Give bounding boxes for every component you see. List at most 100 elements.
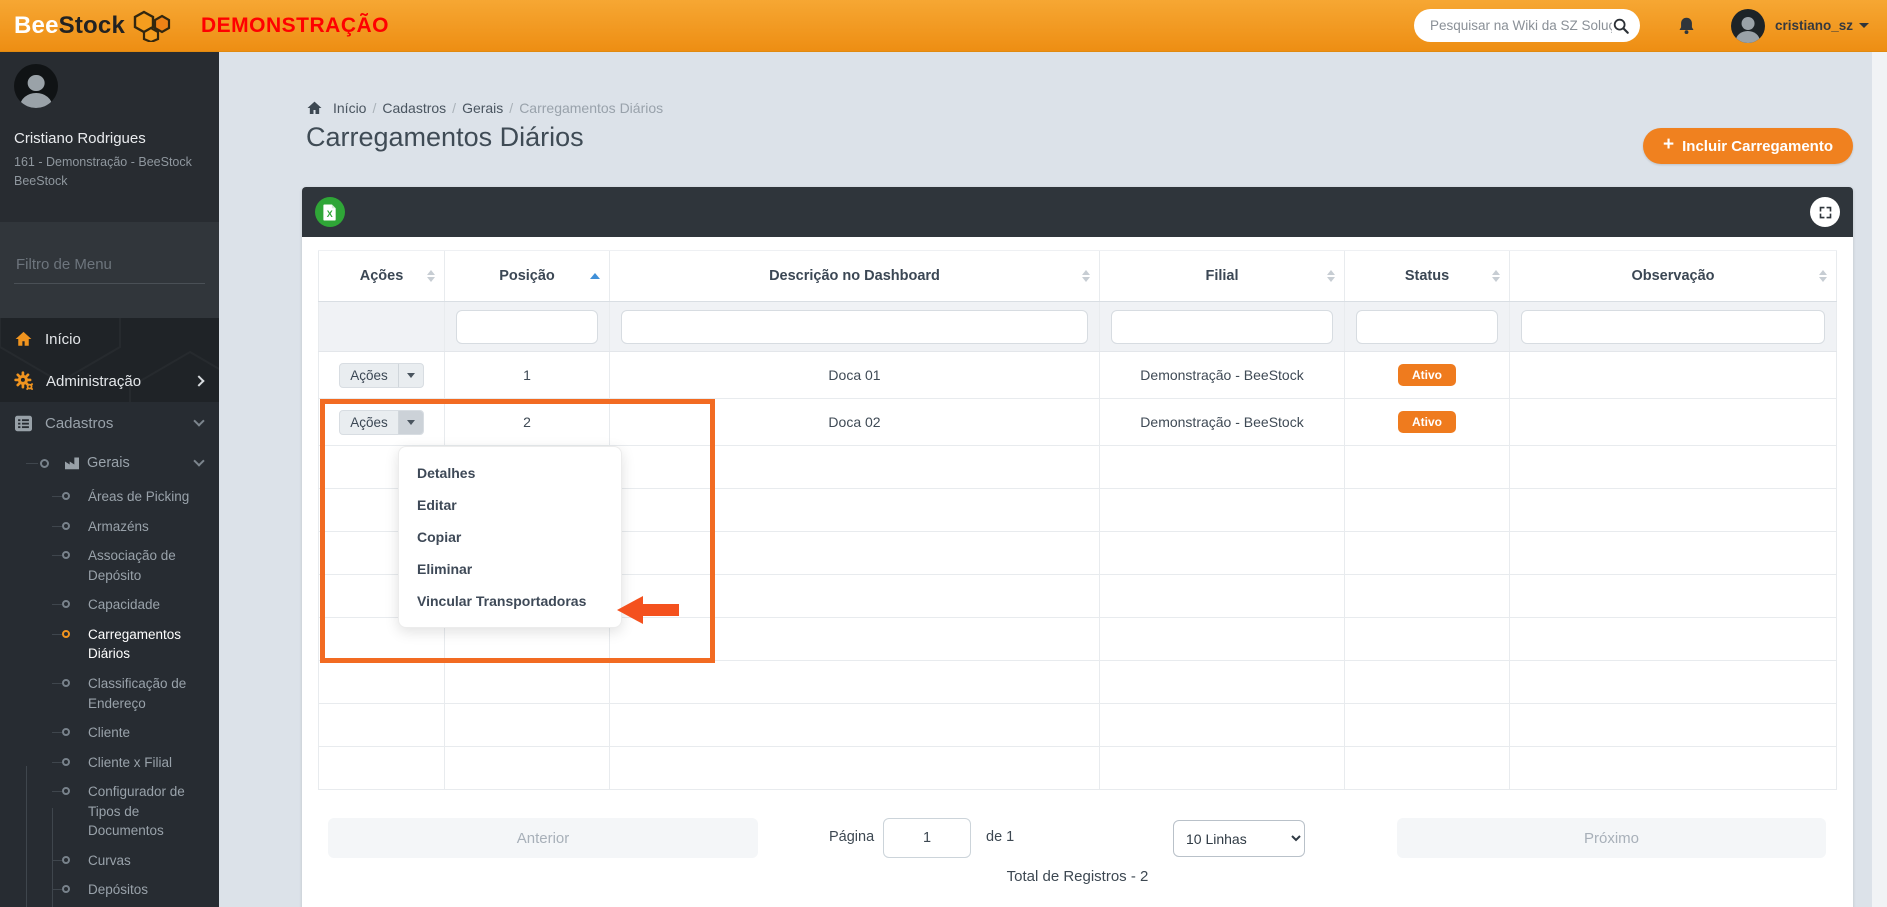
chevron-down-icon [193,455,204,466]
column-header-filial[interactable]: Filial [1100,251,1345,301]
incluir-carregamento-button[interactable]: + Incluir Carregamento [1643,128,1853,164]
table-row: Ações 1 Doca 01 Demonstração - BeeStock … [318,352,1837,399]
caret-down-icon[interactable] [398,364,423,387]
page-of-label: de 1 [986,829,1014,845]
filter-input-observacao[interactable] [1521,310,1825,344]
table-header-row: Ações Posição Descrição no Dashboard Fil… [318,250,1837,302]
gerais-submenu: Áreas de Picking Armazéns Associação de … [0,482,219,907]
sidebar-nav: Início Administração [0,318,219,907]
home-icon [14,330,33,348]
sort-asc-icon [590,273,600,279]
sidebar-item-administracao[interactable]: Administração [0,360,219,402]
page-number-input[interactable] [883,818,971,858]
breadcrumb-current: Carregamentos Diários [519,100,663,116]
excel-export-icon[interactable]: X [315,197,345,227]
logo-text: BeeStock [14,12,125,40]
fullscreen-icon[interactable] [1810,197,1840,227]
filter-input-descricao[interactable] [621,310,1088,344]
acoes-dropdown-button[interactable]: Ações [339,363,424,388]
breadcrumb-gerais[interactable]: Gerais [462,100,503,116]
acoes-dropdown-menu: Detalhes Editar Copiar Eliminar Vincular… [398,446,622,628]
username[interactable]: cristiano_sz [1775,18,1853,33]
cell-posicao: 2 [445,399,610,445]
filter-input-posicao[interactable] [456,310,598,344]
caret-down-icon[interactable] [398,411,423,434]
table-toolbar: X [302,187,1853,237]
beestock-logo[interactable]: BeeStock [14,10,173,42]
cadastros-section: Cadastros Gerais Áreas de Picking Armazé… [0,402,219,907]
caret-down-icon[interactable] [1859,23,1869,28]
page-title: Carregamentos Diários [306,122,584,153]
table-row: Ações 2 Doca 02 Demonstração - BeeStock … [318,399,1837,446]
sidebar-user-subtitle: 161 - Demonstração - BeeStock BeeStock [14,153,205,191]
cell-filial: Demonstração - BeeStock [1100,352,1345,398]
sidebar-item-cadastros[interactable]: Cadastros [0,402,219,444]
menu-item-detalhes[interactable]: Detalhes [399,457,621,489]
column-header-acoes[interactable]: Ações [318,251,445,301]
sidebar-item-areas-de-picking[interactable]: Áreas de Picking [0,482,219,512]
search-icon[interactable] [1612,17,1630,35]
app-header: BeeStock DEMONSTRAÇÃO cristiano_sz [0,0,1887,52]
acoes-dropdown-button-open[interactable]: Ações [339,410,424,435]
sort-icon [1819,270,1827,282]
breadcrumb: Início / Cadastros / Gerais / Carregamen… [306,100,669,116]
sidebar-item-configurador-de-tipos-de-documentos[interactable]: Configurador de Tipos de Documentos [0,777,219,846]
chevron-right-icon [193,375,204,386]
menu-item-editar[interactable]: Editar [399,489,621,521]
sort-icon [427,270,435,282]
column-header-status[interactable]: Status [1345,251,1510,301]
breadcrumb-cadastros[interactable]: Cadastros [382,100,446,116]
menu-item-vincular-transportadoras[interactable]: Vincular Transportadoras [399,585,621,617]
sort-icon [1492,270,1500,282]
next-page-button[interactable]: Próximo [1397,818,1826,858]
cell-observacao [1510,352,1837,398]
sidebar-item-gerais[interactable]: Gerais [0,444,219,482]
filter-input-status[interactable] [1356,310,1498,344]
environment-label: DEMONSTRAÇÃO [201,14,389,38]
avatar[interactable] [1731,9,1765,43]
sidebar-item-inicio[interactable]: Início [0,318,219,360]
sidebar-item-cliente[interactable]: Cliente [0,718,219,748]
sidebar-item-capacidade[interactable]: Capacidade [0,590,219,620]
sidebar-item-carregamentos-diarios[interactable]: Carregamentos Diários [0,620,219,669]
menu-filter-block [0,222,219,318]
honeycomb-icon [131,10,173,42]
filter-input-filial[interactable] [1111,310,1333,344]
rows-per-page-select[interactable]: 10 Linhas [1173,820,1305,857]
page-label: Página [829,829,874,845]
table-filter-row [318,302,1837,352]
tree-bullet [40,459,49,468]
cell-descricao: Doca 02 [610,399,1100,445]
menu-filter-input[interactable] [14,250,205,284]
wiki-search [1414,9,1640,42]
cell-descricao: Doca 01 [610,352,1100,398]
sidebar-item-classificacao-de-endereco[interactable]: Classificação de Endereço [0,669,219,718]
home-icon[interactable] [306,100,323,116]
status-badge: Ativo [1398,364,1456,386]
sidebar-item-curvas[interactable]: Curvas [0,846,219,876]
sidebar-item-armazens[interactable]: Armazéns [0,512,219,542]
column-header-posicao[interactable]: Posição [445,251,610,301]
gears-icon [14,371,34,391]
menu-item-copiar[interactable]: Copiar [399,521,621,553]
sidebar-user-name: Cristiano Rodrigues [14,130,205,147]
status-badge: Ativo [1398,411,1456,433]
column-header-observacao[interactable]: Observação [1510,251,1837,301]
column-header-descricao[interactable]: Descrição no Dashboard [610,251,1100,301]
table-row-empty [318,704,1837,747]
page-scrollbar[interactable] [1872,52,1887,907]
sidebar-item-cliente-x-filial[interactable]: Cliente x Filial [0,748,219,778]
menu-item-eliminar[interactable]: Eliminar [399,553,621,585]
previous-page-button[interactable]: Anterior [328,818,758,858]
sidebar: Cristiano Rodrigues 161 - Demonstração -… [0,52,219,907]
bell-icon[interactable] [1676,15,1697,37]
sidebar-user-block: Cristiano Rodrigues 161 - Demonstração -… [0,52,219,222]
breadcrumb-inicio[interactable]: Início [333,100,366,116]
sidebar-item-depositos[interactable]: Depósitos [0,875,219,905]
cell-filial: Demonstração - BeeStock [1100,399,1345,445]
sidebar-item-associacao-de-deposito[interactable]: Associação de Depósito [0,541,219,590]
chevron-down-icon [193,415,204,426]
cell-posicao: 1 [445,352,610,398]
filter-cell-acoes [318,302,445,351]
wiki-search-input[interactable] [1430,18,1612,33]
